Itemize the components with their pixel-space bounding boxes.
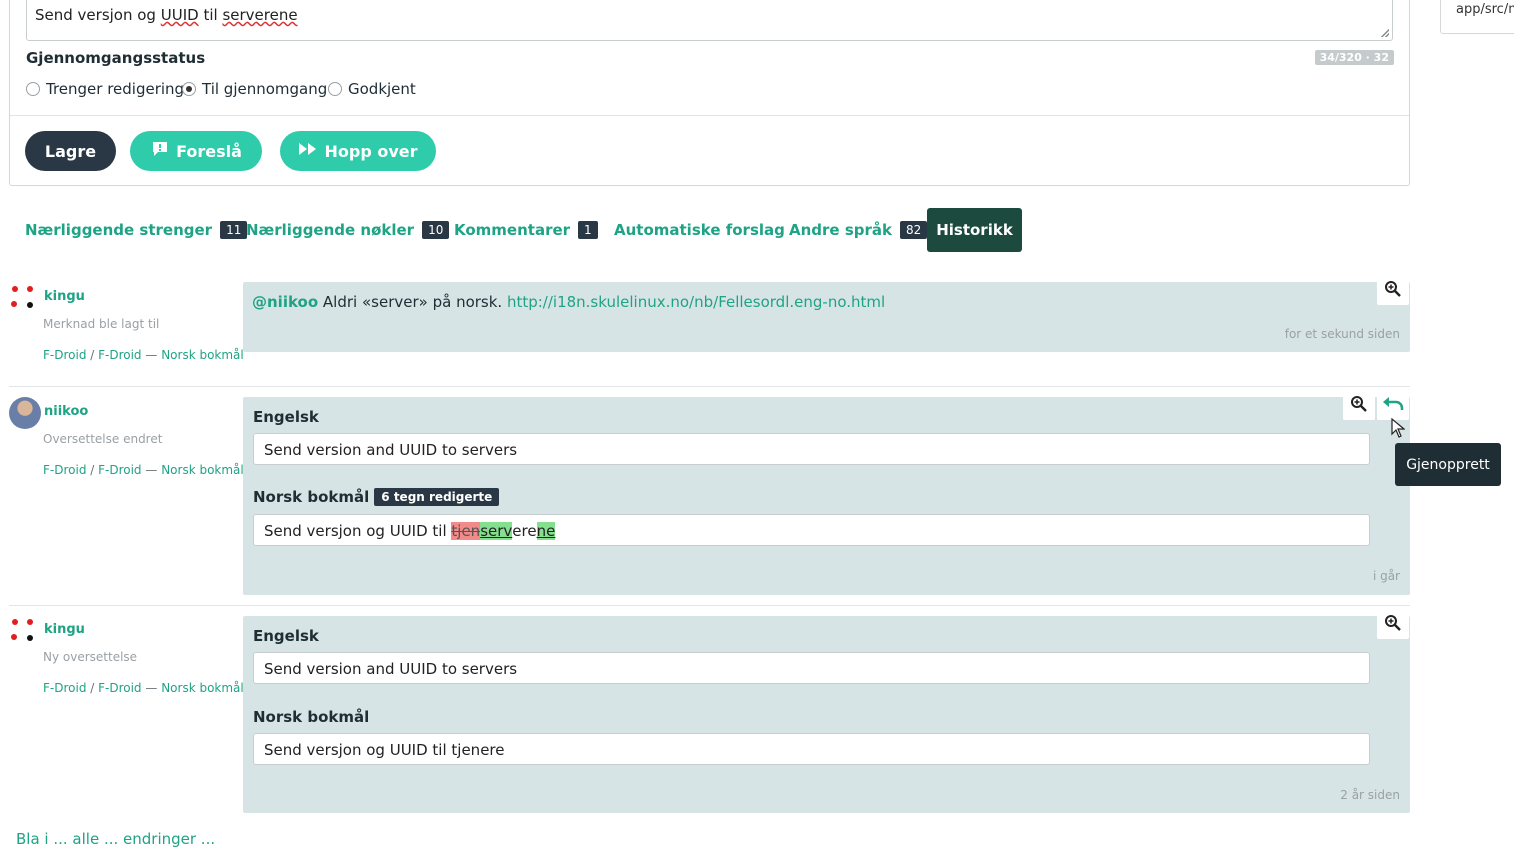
user-name[interactable]: kingu: [44, 289, 85, 304]
translation-new-box: Engelsk Send version and UUID to servers…: [243, 611, 1410, 813]
language-link[interactable]: Norsk bokmål: [161, 348, 244, 362]
undo-icon: [1382, 396, 1404, 416]
count-badge: 1: [578, 221, 598, 239]
resize-handle[interactable]: [1381, 29, 1389, 37]
target-language-label: Norsk bokmål: [253, 708, 370, 726]
timestamp: 2 år siden: [1340, 788, 1400, 802]
zoom-icon: [1350, 395, 1368, 417]
source-text-field[interactable]: Send version and UUID to servers: [253, 652, 1370, 684]
entry-divider: [9, 386, 1410, 387]
user-name[interactable]: niikoo: [44, 404, 88, 419]
translation-change-box: Engelsk Send version and UUID to servers…: [243, 392, 1410, 595]
language-link[interactable]: Norsk bokmål: [161, 681, 244, 695]
action-text: Merknad ble lagt til: [43, 317, 160, 331]
count-badge: 10: [422, 221, 450, 239]
zoom-button[interactable]: [1377, 611, 1409, 639]
suggest-comment-icon: [150, 139, 170, 163]
user-name[interactable]: kingu: [44, 622, 85, 637]
project-link[interactable]: F-Droid: [43, 348, 86, 362]
save-button[interactable]: Lagre: [25, 131, 116, 171]
tab-machine-suggestions[interactable]: Automatiske forslag: [614, 208, 785, 252]
source-info-panel: app/src/m: [1440, 0, 1514, 34]
zoom-icon: [1384, 280, 1402, 302]
action-text: Ny oversettelse: [43, 650, 138, 664]
timestamp: for et sekund siden: [1284, 327, 1400, 341]
suggest-button[interactable]: Foreslå: [130, 131, 262, 171]
radio-circle[interactable]: [328, 82, 342, 96]
timestamp: i går: [1372, 569, 1400, 583]
entry-divider: [9, 605, 1410, 606]
restore-tooltip: Gjenopprett: [1395, 443, 1501, 486]
project-breadcrumb: F-Droid / F-Droid — Norsk bokmål: [43, 463, 244, 477]
project-breadcrumb: F-Droid / F-Droid — Norsk bokmål: [43, 348, 244, 362]
tab-nearby-keys[interactable]: Nærliggende nøkler 10: [246, 208, 450, 252]
fast-forward-icon: [298, 141, 318, 161]
translation-editor-card: Send versjon og UUID til serverene Gjenn…: [9, 0, 1410, 186]
mouse-cursor-icon: [1391, 417, 1406, 442]
project-link[interactable]: F-Droid: [43, 463, 86, 477]
translation-textarea[interactable]: Send versjon og UUID til serverene: [26, 0, 1393, 41]
component-link[interactable]: F-Droid: [98, 463, 141, 477]
user-mention[interactable]: @niikoo: [252, 293, 318, 311]
radio-circle[interactable]: [26, 82, 40, 96]
component-link[interactable]: F-Droid: [98, 348, 141, 362]
target-text-field[interactable]: Send versjon og UUID til tjenere: [253, 733, 1370, 765]
deleted-text: tjen: [451, 522, 481, 540]
avatar: [9, 397, 41, 429]
source-language-label: Engelsk: [253, 627, 319, 645]
project-breadcrumb: F-Droid / F-Droid — Norsk bokmål: [43, 681, 244, 695]
action-text: Oversettelse endret: [43, 432, 163, 446]
inserted-text: ne: [536, 522, 556, 540]
count-badge: 11: [220, 221, 248, 239]
radio-waiting-review[interactable]: Til gjennomgang: [182, 80, 327, 98]
revert-button[interactable]: [1377, 392, 1409, 420]
target-label-row: Norsk bokmål 6 tegn redigerte: [253, 488, 500, 506]
radio-circle-checked[interactable]: [182, 82, 196, 96]
radio-needs-editing[interactable]: Trenger redigering: [26, 80, 184, 98]
card-divider: [10, 115, 1409, 116]
project-link[interactable]: F-Droid: [43, 681, 86, 695]
target-language-label: Norsk bokmål: [253, 488, 370, 506]
zoom-button[interactable]: [1343, 392, 1375, 420]
source-language-label: Engelsk: [253, 408, 319, 426]
source-path-text: app/src/m: [1456, 2, 1514, 17]
edit-count-badge: 6 tegn redigerte: [374, 488, 500, 506]
comment-text: @niikoo Aldri «server» på norsk. http://…: [252, 293, 886, 311]
tab-other-languages[interactable]: Andre språk 82: [789, 208, 928, 252]
tab-history[interactable]: Historikk: [927, 208, 1022, 252]
zoom-icon: [1384, 614, 1402, 636]
inserted-text: serv: [480, 522, 513, 540]
zoom-button[interactable]: [1377, 277, 1409, 305]
source-text-field[interactable]: Send version and UUID to servers: [253, 433, 1370, 465]
avatar: [10, 285, 36, 311]
component-link[interactable]: F-Droid: [98, 681, 141, 695]
diff-text-field[interactable]: Send versjon og UUID til tjenserverene: [253, 514, 1370, 546]
skip-button[interactable]: Hopp over: [280, 131, 436, 171]
count-badge: 82: [899, 221, 928, 239]
comment-entry-box: @niikoo Aldri «server» på norsk. http://…: [243, 277, 1410, 352]
language-link[interactable]: Norsk bokmål: [161, 463, 244, 477]
avatar: [10, 618, 36, 644]
radio-approved[interactable]: Godkjent: [328, 80, 416, 98]
browse-all-changes-link[interactable]: Bla i ... alle ... endringer ...: [16, 830, 215, 848]
tab-nearby-strings[interactable]: Nærliggende strenger 11: [25, 208, 248, 252]
tab-comments[interactable]: Kommentarer 1: [454, 208, 598, 252]
comment-link[interactable]: http://i18n.skulelinux.no/nb/Fellesordl.…: [507, 293, 885, 311]
review-status-label: Gjennomgangsstatus: [26, 49, 206, 67]
character-counter: 34/320 · 32: [1314, 50, 1394, 65]
